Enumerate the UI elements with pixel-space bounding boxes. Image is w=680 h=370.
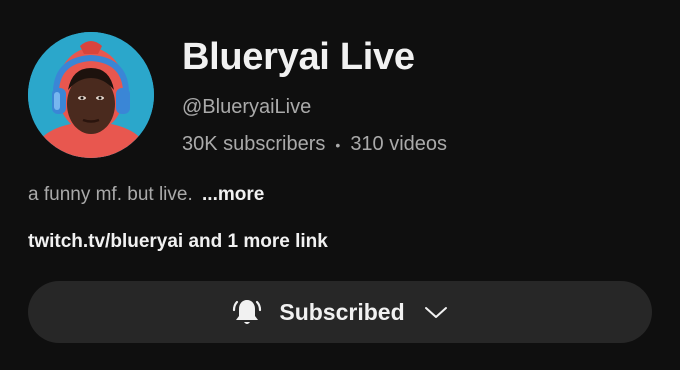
channel-handle: @BlueryaiLive [182,96,312,118]
chevron-down-icon [423,299,449,325]
more-link[interactable]: ...more [202,184,264,205]
channel-name: Blueryai Live [182,36,415,78]
subscriber-count: 30K subscribers [182,133,326,155]
channel-stats: 30K subscribers • 310 videos [182,133,447,156]
channel-avatar[interactable] [28,32,154,158]
channel-links[interactable]: twitch.tv/blueryai and 1 more link [28,231,328,253]
subscribed-button[interactable]: Subscribed [28,281,652,343]
video-count: 310 videos [350,133,448,155]
subscribed-label: Subscribed [279,298,405,325]
channel-description[interactable]: a funny mf. but live. ...more [28,184,264,206]
description-text: a funny mf. but live. [28,184,193,205]
separator-dot: • [335,136,341,153]
bell-icon [231,296,263,328]
